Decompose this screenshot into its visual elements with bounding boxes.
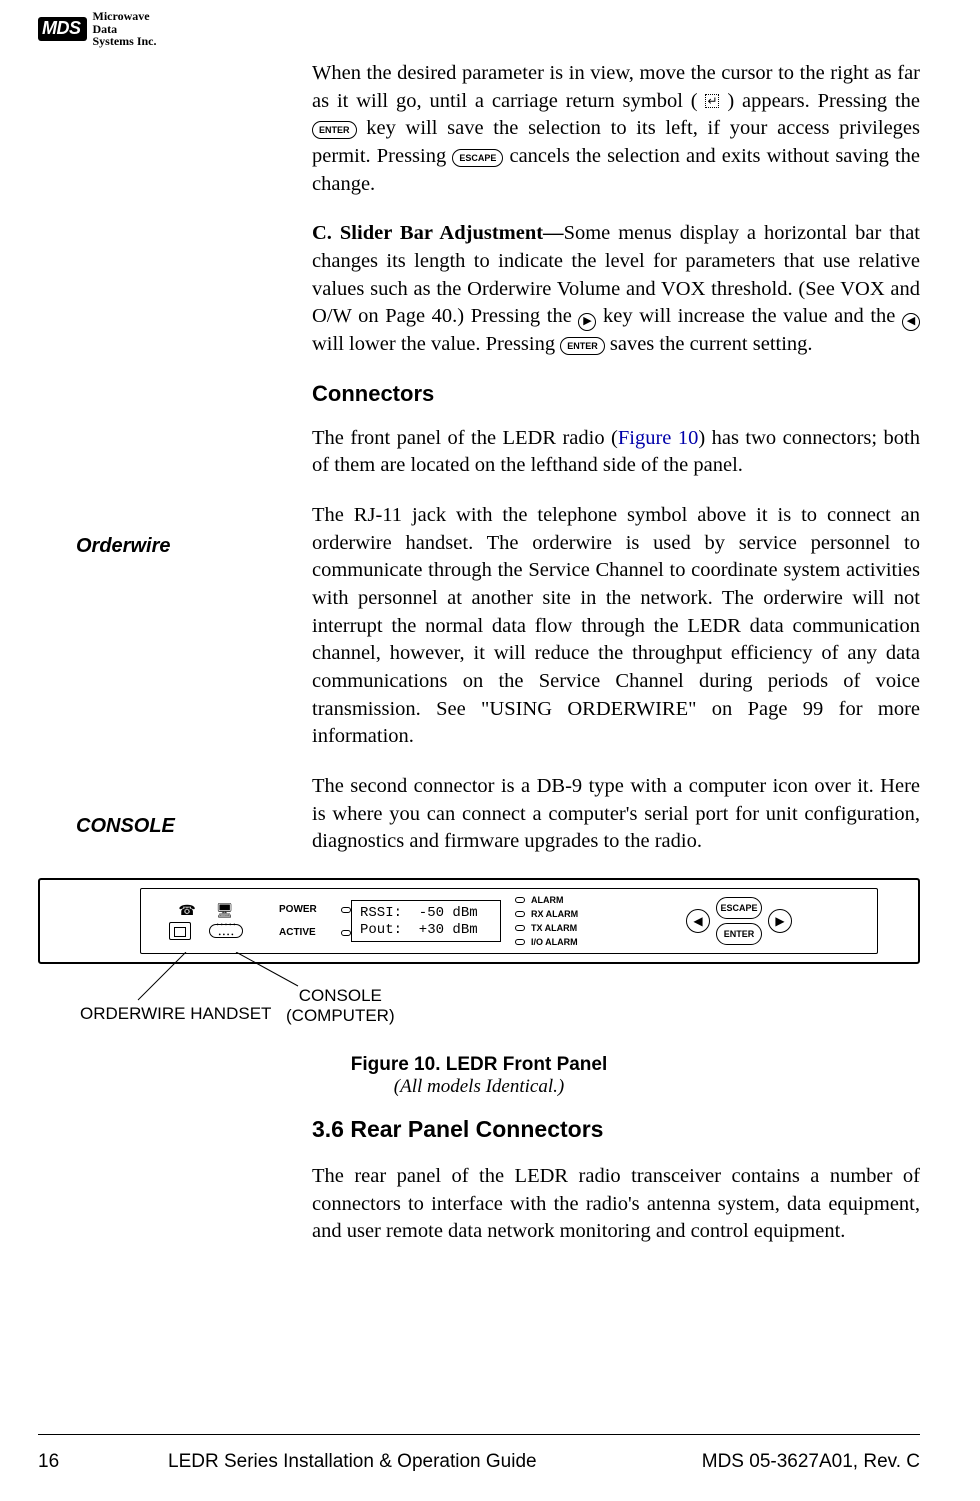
callout-orderwire-handset: ORDERWIRE HANDSET <box>80 1004 271 1024</box>
carriage-return-icon <box>705 94 719 108</box>
figure-10-link[interactable]: Figure 10 <box>618 427 698 449</box>
enter-key-icon: ENTER <box>560 337 605 355</box>
power-active-section: POWER ACTIVE <box>271 904 351 938</box>
text-run: ) appears. Pressing the <box>727 90 920 112</box>
alarm-label: TX ALARM <box>531 923 577 933</box>
figure-10: ☎ 🖥 POWER ACTIVE RSSI: -50 dBm Pout: +30… <box>38 878 920 1098</box>
phone-icon: ☎ <box>178 903 195 920</box>
alarm-led-icon <box>515 911 525 917</box>
alarm-led-icon <box>515 897 525 903</box>
paragraph-front-panel: The front panel of the LEDR radio (Figur… <box>312 425 920 480</box>
enter-key-icon: ENTER <box>312 121 357 139</box>
alarm-led-icon <box>515 939 525 945</box>
paragraph-orderwire: The RJ-11 jack with the telephone symbol… <box>312 502 920 751</box>
rj11-port-icon <box>169 922 191 940</box>
text-run: saves the current setting. <box>610 333 813 355</box>
keypad-section: ◀ ESCAPE ENTER ▶ <box>601 897 877 945</box>
logo-line3: Systems Inc. <box>93 35 157 48</box>
connector-section: ☎ 🖥 <box>141 903 271 940</box>
escape-key-icon: ESCAPE <box>716 897 762 919</box>
logo-badge: MDS <box>38 17 87 41</box>
text-run: will lower the value. Pressing <box>312 333 560 355</box>
alarm-section: ALARM RX ALARM TX ALARM I/O ALARM <box>501 895 601 947</box>
margin-label-orderwire: Orderwire <box>76 535 170 558</box>
callout-console-line2: (COMPUTER) <box>286 1006 395 1026</box>
lcd-display: RSSI: -50 dBm Pout: +30 dBm <box>351 900 501 942</box>
active-led-icon <box>341 930 351 936</box>
alarm-label: ALARM <box>531 895 564 905</box>
figure-title: Figure 10. LEDR Front Panel <box>38 1054 920 1076</box>
left-arrow-key-icon: ◀ <box>902 313 920 331</box>
db9-port-icon <box>209 924 243 938</box>
footer-revision: MDS 05-3627A01, Rev. C <box>702 1451 920 1473</box>
figure-caption: Figure 10. LEDR Front Panel (All models … <box>38 1054 920 1098</box>
paragraph-console: The second connector is a DB-9 type with… <box>312 773 920 856</box>
text-run: The front panel of the LEDR radio ( <box>312 427 618 449</box>
enter-key-icon: ENTER <box>716 923 762 945</box>
alarm-led-icon <box>515 925 525 931</box>
margin-label-console: CONSOLE <box>76 815 175 838</box>
logo-line1: Microwave <box>93 10 157 23</box>
bold-heading-inline: C. Slider Bar Adjustment— <box>312 222 564 244</box>
figure-callouts: ORDERWIRE HANDSET CONSOLE (COMPUTER) <box>38 964 920 1024</box>
text-run: key will increase the value and the <box>603 305 902 327</box>
panel-inner: ☎ 🖥 POWER ACTIVE RSSI: -50 dBm Pout: +30… <box>140 888 878 954</box>
heading-rear-panel-connectors: 3.6 Rear Panel Connectors <box>312 1116 920 1143</box>
right-arrow-key-icon: ▶ <box>578 313 596 331</box>
footer-title: LEDR Series Installation & Operation Gui… <box>98 1451 702 1473</box>
brand-logo: MDS Microwave Data Systems Inc. <box>38 10 157 48</box>
figure-subtitle: (All models Identical.) <box>38 1076 920 1098</box>
logo-text: Microwave Data Systems Inc. <box>93 10 157 48</box>
heading-connectors: Connectors <box>312 381 920 407</box>
paragraph-slider-bar: C. Slider Bar Adjustment—Some menus disp… <box>312 220 920 358</box>
escape-key-icon: ESCAPE <box>452 149 503 167</box>
left-arrow-key-icon: ◀ <box>686 909 710 933</box>
computer-icon: 🖥 <box>216 903 234 920</box>
power-led-icon <box>341 907 351 913</box>
right-arrow-key-icon: ▶ <box>768 909 792 933</box>
alarm-label: RX ALARM <box>531 909 578 919</box>
paragraph-rear-panel: The rear panel of the LEDR radio transce… <box>312 1163 920 1246</box>
page-number: 16 <box>38 1451 98 1473</box>
callout-console-line1: CONSOLE <box>286 986 395 1006</box>
alarm-label: I/O ALARM <box>531 937 578 947</box>
page-footer: 16 LEDR Series Installation & Operation … <box>38 1434 920 1473</box>
active-label: ACTIVE <box>279 927 316 938</box>
power-label: POWER <box>279 904 317 915</box>
paragraph-save-selection: When the desired parameter is in view, m… <box>312 60 920 198</box>
